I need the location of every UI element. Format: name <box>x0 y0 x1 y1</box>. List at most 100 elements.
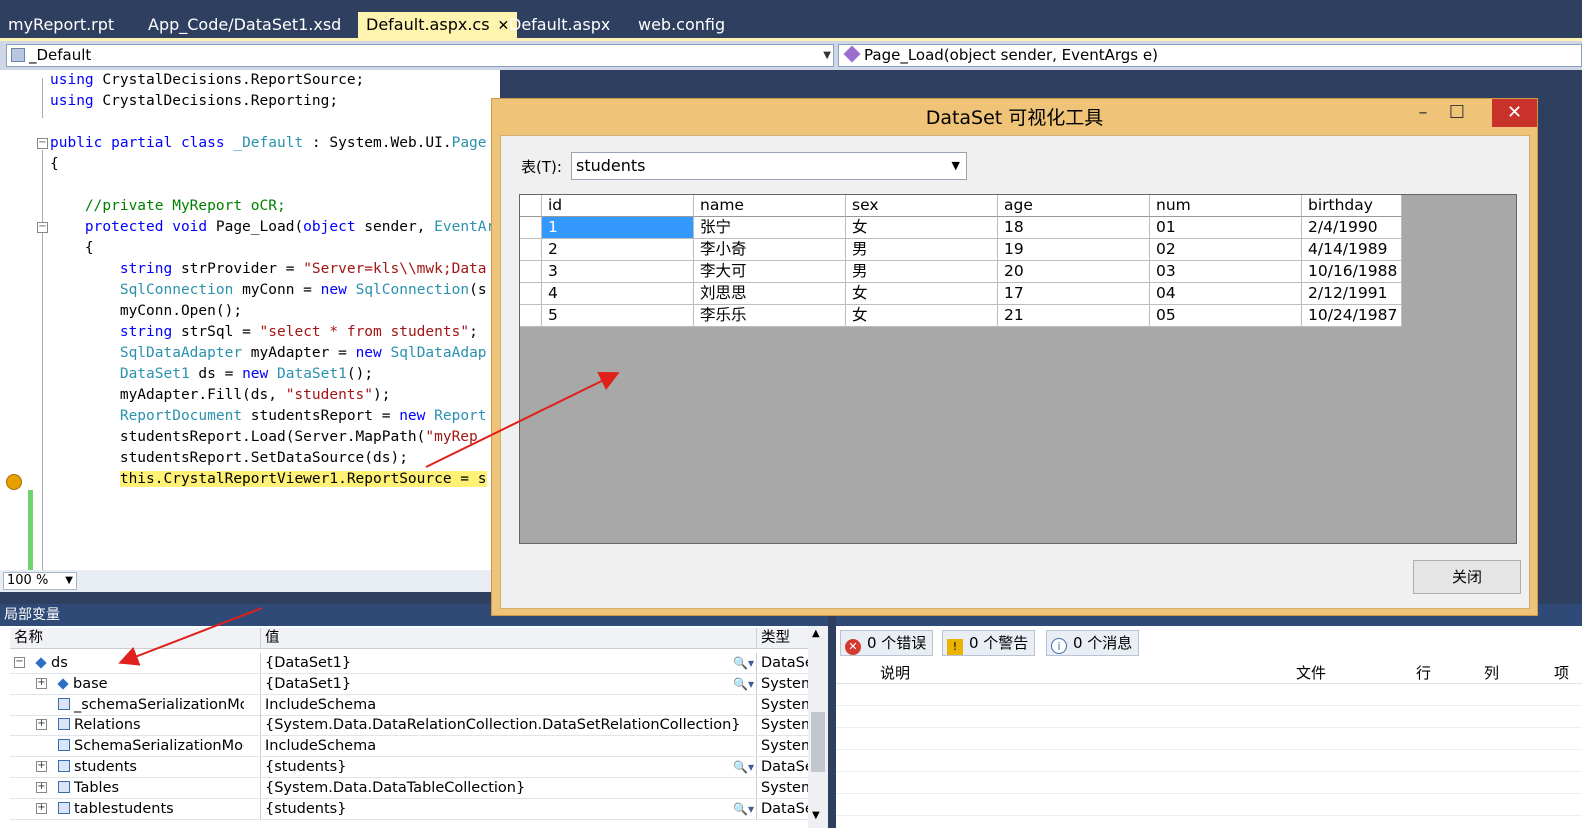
grid-cell[interactable]: 男 <box>846 239 998 261</box>
grid-cell[interactable]: 10/24/1987 <box>1302 305 1402 327</box>
grid-cell[interactable]: 2/12/1991 <box>1302 283 1402 305</box>
grid-header-row[interactable]: id name sex age num birthday <box>520 195 1404 217</box>
col-header-line[interactable]: 行 <box>1416 662 1431 684</box>
locals-row[interactable]: − ds {DataSet1} 🔍▾ DataSe <box>10 653 808 674</box>
grid-cell[interactable]: 4 <box>542 283 694 305</box>
grid-cell[interactable]: 02 <box>1150 239 1302 261</box>
grid-cell[interactable]: 05 <box>1150 305 1302 327</box>
grid-cell[interactable]: 女 <box>846 283 998 305</box>
data-grid[interactable]: id name sex age num birthday 1 张宁女 18 01 2/4/1990 2… <box>519 194 1517 544</box>
grid-column-header[interactable]: id <box>542 195 694 217</box>
expand-icon[interactable]: + <box>36 802 47 814</box>
locals-value-cell[interactable]: IncludeSchema <box>260 694 756 715</box>
tab-default-aspx[interactable]: Default.aspx <box>501 12 618 38</box>
grid-column-header[interactable]: age <box>998 195 1150 217</box>
col-header-type[interactable]: 类型 <box>756 628 808 648</box>
row-header-cell[interactable] <box>520 217 542 239</box>
current-statement-icon[interactable] <box>6 474 22 490</box>
zoom-dropdown[interactable]: 100 % ▼ <box>3 572 77 590</box>
expand-icon[interactable]: + <box>36 677 47 689</box>
grid-cell[interactable]: 男 <box>846 261 998 283</box>
tab-default-aspx-cs[interactable]: Default.aspx.cs ✕ <box>358 12 518 38</box>
maximize-icon[interactable]: ☐ <box>1440 101 1474 127</box>
collapse-icon[interactable]: − <box>14 657 25 668</box>
expand-icon[interactable]: + <box>36 719 47 731</box>
scrollbar-thumb[interactable] <box>811 712 825 772</box>
messages-filter-button[interactable]: i 0 个消息 <box>1046 630 1140 656</box>
visualizer-icon[interactable]: 🔍▾ <box>733 757 754 777</box>
locals-row[interactable]: + base {DataSet1} 🔍▾ System <box>10 673 808 695</box>
class-dropdown[interactable]: _Default ▼ <box>6 44 834 67</box>
grid-cell[interactable]: 5 <box>542 305 694 327</box>
grid-column-header[interactable]: birthday <box>1302 195 1402 217</box>
grid-cell[interactable]: 17 <box>998 283 1150 305</box>
locals-row[interactable]: + Tables {System.Data.DataTableCollection}… <box>10 777 808 799</box>
tab-web-config[interactable]: web.config <box>630 12 733 38</box>
grid-row[interactable]: 2 李小奇男 19 02 4/14/1989 <box>520 239 1404 261</box>
grid-cell[interactable]: 李乐乐 <box>694 305 846 327</box>
close-button[interactable]: 关闭 <box>1413 560 1521 594</box>
row-header-cell[interactable] <box>520 239 542 261</box>
close-icon[interactable]: ✕ <box>1492 99 1537 127</box>
row-header-cell[interactable] <box>520 283 542 305</box>
locals-value-cell[interactable]: {DataSet1} 🔍▾ <box>260 673 756 694</box>
method-dropdown[interactable]: Page_Load(object sender, EventArgs e) <box>838 44 1582 67</box>
locals-value-cell[interactable]: {DataSet1} 🔍▾ <box>260 653 756 673</box>
col-header-project[interactable]: 项 <box>1554 662 1569 684</box>
grid-row[interactable]: 1 张宁女 18 01 2/4/1990 <box>520 217 1404 239</box>
collapse-icon[interactable]: − <box>37 138 48 149</box>
grid-cell[interactable]: 女 <box>846 217 998 239</box>
grid-cell[interactable]: 10/16/1988 <box>1302 261 1402 283</box>
grid-cell[interactable]: 女 <box>846 305 998 327</box>
visualizer-icon[interactable]: 🔍▾ <box>733 799 754 819</box>
warnings-filter-button[interactable]: ! 0 个警告 <box>942 630 1036 656</box>
grid-cell[interactable]: 1 <box>542 217 694 239</box>
grid-cell[interactable]: 21 <box>998 305 1150 327</box>
grid-row[interactable]: 3 李大可男 20 03 10/16/1988 <box>520 261 1404 283</box>
grid-cell[interactable]: 18 <box>998 217 1150 239</box>
row-header-cell[interactable] <box>520 305 542 327</box>
col-header-value[interactable]: 值 <box>260 628 756 648</box>
grid-column-header[interactable]: sex <box>846 195 998 217</box>
grid-cell[interactable]: 张宁 <box>694 217 846 239</box>
minimize-icon[interactable]: – <box>1406 101 1440 127</box>
grid-cell[interactable]: 01 <box>1150 217 1302 239</box>
expand-icon[interactable]: + <box>36 761 47 772</box>
grid-cell[interactable]: 20 <box>998 261 1150 283</box>
grid-cell[interactable]: 李小奇 <box>694 239 846 261</box>
locals-value-cell[interactable]: {students} 🔍▾ <box>260 757 756 777</box>
expand-icon[interactable]: + <box>36 781 47 793</box>
visualizer-icon[interactable]: 🔍▾ <box>733 674 754 694</box>
locals-value-cell[interactable]: {System.Data.DataTableCollection} <box>260 777 756 798</box>
grid-cell[interactable]: 04 <box>1150 283 1302 305</box>
col-header-name[interactable]: 名称 <box>10 628 260 648</box>
grid-column-header[interactable]: name <box>694 195 846 217</box>
code-editor[interactable]: − − using CrystalDecisions.ReportSource;… <box>0 70 500 570</box>
grid-cell[interactable]: 3 <box>542 261 694 283</box>
locals-value-cell[interactable]: IncludeSchema <box>260 736 756 757</box>
grid-cell[interactable]: 4/14/1989 <box>1302 239 1402 261</box>
grid-cell[interactable]: 03 <box>1150 261 1302 283</box>
col-header-description[interactable]: 说明 <box>880 662 910 684</box>
locals-value-cell[interactable]: {System.Data.DataRelationCollection.Data… <box>260 715 756 736</box>
grid-cell[interactable]: 2/4/1990 <box>1302 217 1402 239</box>
grid-row[interactable]: 5 李乐乐女 21 05 10/24/1987 <box>520 305 1404 327</box>
grid-cell[interactable]: 刘思思 <box>694 283 846 305</box>
row-header-cell[interactable] <box>520 195 542 217</box>
collapse-icon[interactable]: − <box>37 222 48 233</box>
table-select[interactable]: students ▼ <box>571 152 967 180</box>
grid-column-header[interactable]: num <box>1150 195 1302 217</box>
grid-cell[interactable]: 19 <box>998 239 1150 261</box>
col-header-file[interactable]: 文件 <box>1296 662 1326 684</box>
row-header-cell[interactable] <box>520 261 542 283</box>
tab-myreport[interactable]: myReport.rpt <box>0 12 122 38</box>
locals-row[interactable]: + Relations {System.Data.DataRelationColle… <box>10 715 808 737</box>
visualizer-icon[interactable]: 🔍▾ <box>733 653 754 673</box>
grid-cell[interactable]: 李大可 <box>694 261 846 283</box>
locals-scrollbar[interactable]: ▲ ▼ <box>808 626 828 828</box>
col-header-column[interactable]: 列 <box>1484 662 1499 684</box>
grid-row[interactable]: 4 刘思思女 17 04 2/12/1991 <box>520 283 1404 305</box>
grid-cell[interactable]: 2 <box>542 239 694 261</box>
locals-row[interactable]: + tablestudents {students} 🔍▾ DataSe <box>10 798 808 820</box>
locals-row[interactable]: SchemaSerializationMode IncludeSchema Syst… <box>10 736 808 758</box>
